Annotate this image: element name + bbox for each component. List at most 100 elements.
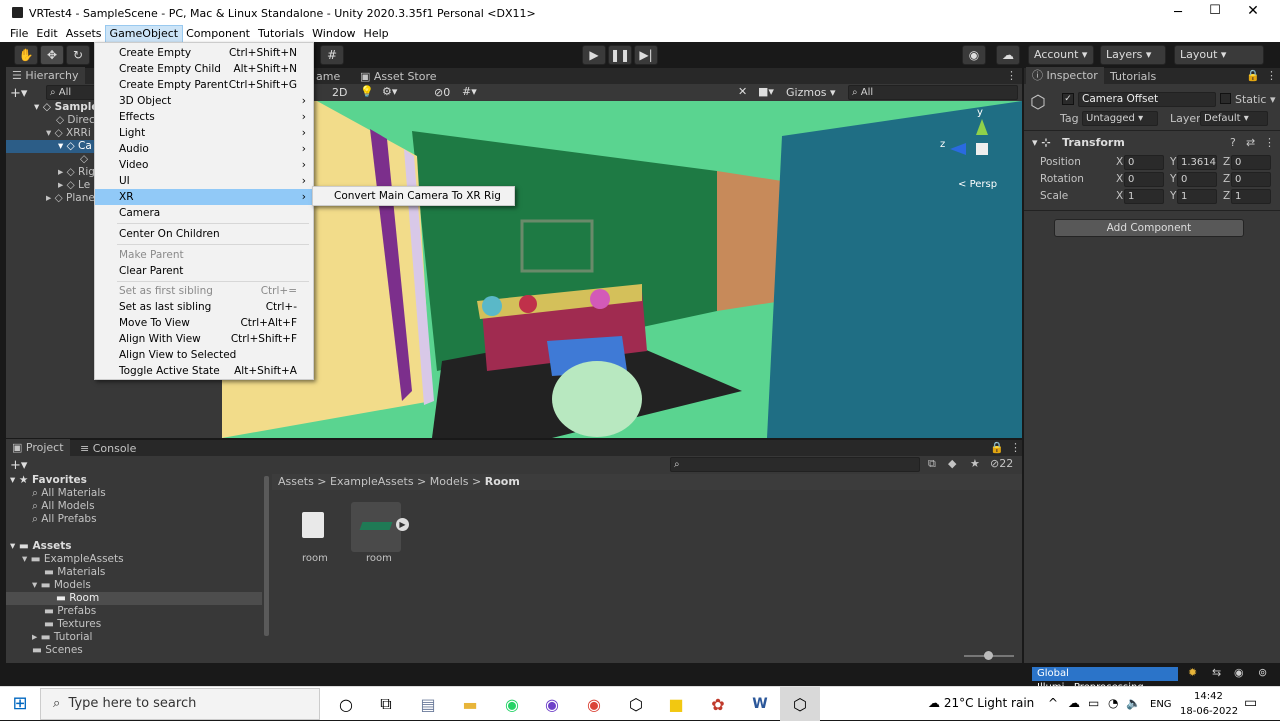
show-hidden-icons[interactable]: ^ bbox=[1048, 696, 1058, 710]
app-icon-1[interactable]: ▤ bbox=[408, 687, 448, 721]
grid-toggle-icon[interactable]: #▾ bbox=[462, 85, 477, 98]
move-tool-icon[interactable]: ✥ bbox=[40, 45, 64, 65]
camera-dropdown[interactable]: ■▾ bbox=[758, 85, 774, 98]
gizmos-dropdown[interactable]: Gizmos ▾ bbox=[786, 86, 836, 99]
layer-dropdown[interactable]: Default ▾ bbox=[1200, 111, 1268, 126]
menu-item-align-view-to-selected[interactable]: Align View to Selected bbox=[95, 347, 313, 363]
rotate-tool-icon[interactable]: ↻ bbox=[66, 45, 90, 65]
create-asset-button[interactable]: +▾ bbox=[10, 458, 27, 473]
github-icon[interactable]: ◉ bbox=[532, 687, 572, 721]
tab-console[interactable]: ≡ Console bbox=[80, 442, 136, 455]
menu-help[interactable]: Help bbox=[360, 26, 393, 42]
add-component-button[interactable]: Add Component bbox=[1054, 219, 1244, 237]
layout-dropdown[interactable]: Layout ▾ bbox=[1174, 45, 1264, 65]
menu-item-audio[interactable]: Audio › bbox=[95, 141, 313, 157]
object-name-field[interactable]: Camera Offset bbox=[1078, 92, 1216, 107]
menu-tutorials[interactable]: Tutorials bbox=[254, 26, 308, 42]
hidden-packages-count[interactable]: ⊘22 bbox=[990, 457, 1013, 470]
filter-type-icon[interactable]: ⧉ bbox=[928, 457, 936, 471]
bake-status-icon[interactable]: ✹ bbox=[1188, 666, 1197, 679]
folder-models[interactable]: ▾ ▬ Models bbox=[32, 579, 91, 592]
network-icon[interactable]: ◔ bbox=[1108, 696, 1118, 710]
folder-prefabs[interactable]: ▬ Prefabs bbox=[44, 605, 96, 618]
menu-item-create-empty-parent[interactable]: Create Empty Parent Ctrl+Shift+G bbox=[95, 77, 313, 93]
account-dropdown[interactable]: Account ▾ bbox=[1028, 45, 1094, 65]
expand-model-button[interactable]: ▶ bbox=[396, 518, 409, 531]
project-search[interactable]: ⌕ bbox=[670, 457, 920, 472]
component-menu-icon[interactable]: ⋮ bbox=[1264, 136, 1275, 149]
volume-icon[interactable]: 🔈 bbox=[1126, 696, 1141, 710]
menu-item-create-empty[interactable]: Create Empty Ctrl+Shift+N bbox=[95, 45, 313, 61]
rotation-x-field[interactable]: 0 bbox=[1124, 172, 1164, 187]
scale-z-field[interactable]: 1 bbox=[1231, 189, 1271, 204]
scale-x-field[interactable]: 1 bbox=[1124, 189, 1164, 204]
hierarchy-item-plane[interactable]: ▸ ◇ Plane bbox=[46, 192, 95, 205]
progress-status[interactable]: Global Illumi...Preprocessing bbox=[1032, 667, 1178, 693]
tab-hierarchy[interactable]: ☰ Hierarchy bbox=[6, 67, 85, 84]
menu-item-effects[interactable]: Effects › bbox=[95, 109, 313, 125]
menu-file[interactable]: File bbox=[6, 26, 32, 42]
hierarchy-item-samplescene[interactable]: ▾ ◇ Sample bbox=[34, 101, 99, 114]
tab-asset-store[interactable]: ▣ Asset Store bbox=[360, 70, 437, 83]
preset-icon[interactable]: ⇄ bbox=[1246, 136, 1255, 149]
tab-project[interactable]: ▣ Project bbox=[6, 439, 70, 456]
task-view-icon[interactable]: ⧉ bbox=[366, 687, 406, 721]
file-room-fbx-label[interactable]: room bbox=[302, 553, 328, 564]
weather-widget[interactable]: ☁ 21°C Light rain bbox=[928, 696, 1034, 710]
menu-item-toggle-active-state[interactable]: Toggle Active State Alt+Shift+A bbox=[95, 363, 313, 379]
pause-button[interactable]: ❚❚ bbox=[608, 45, 632, 65]
hand-tool-icon[interactable]: ✋ bbox=[14, 45, 38, 65]
model-preview-icon[interactable] bbox=[351, 502, 401, 552]
favorite-all-prefabs[interactable]: ⌕ All Prefabs bbox=[32, 513, 97, 526]
folder-materials[interactable]: ▬ Materials bbox=[44, 566, 105, 579]
active-checkbox[interactable]: ✓ bbox=[1062, 93, 1074, 105]
notifications-icon[interactable]: ▭ bbox=[1244, 695, 1257, 711]
collab-status-icon[interactable]: ⊚ bbox=[1258, 666, 1267, 679]
lighting-toggle-icon[interactable]: 💡 bbox=[360, 85, 374, 98]
rotation-z-field[interactable]: 0 bbox=[1231, 172, 1271, 187]
menu-edit[interactable]: Edit bbox=[32, 26, 61, 42]
rotation-y-field[interactable]: 0 bbox=[1177, 172, 1217, 187]
file-icon[interactable] bbox=[302, 512, 324, 538]
projection-toggle[interactable]: < Persp bbox=[958, 179, 997, 190]
layers-dropdown[interactable]: Layers ▾ bbox=[1100, 45, 1166, 65]
cloud-icon[interactable]: ☁ bbox=[996, 45, 1020, 65]
menu-item-center-on-children[interactable]: Center On Children bbox=[95, 226, 313, 242]
crumb-models[interactable]: Models bbox=[430, 475, 469, 488]
crumb-room[interactable]: Room bbox=[485, 475, 520, 488]
menu-item-light[interactable]: Light › bbox=[95, 125, 313, 141]
play-button[interactable]: ▶ bbox=[582, 45, 606, 65]
crumb-exampleassets[interactable]: ExampleAssets bbox=[330, 475, 414, 488]
project-menu-icon[interactable]: ⋮ bbox=[1010, 441, 1021, 454]
unity-hub-icon[interactable]: ⬡ bbox=[616, 687, 656, 721]
folder-textures[interactable]: ▬ Textures bbox=[44, 618, 101, 631]
hierarchy-item-righthand[interactable]: ▸ ◇ Rig bbox=[58, 166, 95, 179]
menu-window[interactable]: Window bbox=[308, 26, 359, 42]
audio-toggle-icon[interactable]: ⚙▾ bbox=[382, 85, 397, 98]
language-indicator[interactable]: ENG bbox=[1150, 699, 1172, 710]
chrome-icon[interactable]: ◉ bbox=[574, 687, 614, 721]
unity-editor-icon[interactable]: ⬡ bbox=[780, 687, 820, 721]
tab-tutorials[interactable]: Tutorials bbox=[1110, 70, 1156, 83]
whatsapp-icon[interactable]: ◉ bbox=[492, 687, 532, 721]
menu-assets[interactable]: Assets bbox=[62, 26, 106, 42]
tree-scrollbar[interactable] bbox=[264, 476, 269, 636]
help-icon[interactable]: ? bbox=[1230, 136, 1236, 149]
scale-y-field[interactable]: 1 bbox=[1177, 189, 1217, 204]
debug-icon[interactable]: ◉ bbox=[1234, 666, 1244, 679]
2d-toggle[interactable]: 2D bbox=[332, 86, 347, 99]
menu-item-align-with-view[interactable]: Align With View Ctrl+Shift+F bbox=[95, 331, 313, 347]
panel-menu-icon[interactable]: ⋮ bbox=[1006, 69, 1017, 82]
assets-folder[interactable]: ▾ ▬ Assets bbox=[10, 540, 72, 553]
step-button[interactable]: ▶| bbox=[634, 45, 658, 65]
sync-icon[interactable]: ⇆ bbox=[1212, 666, 1221, 679]
hierarchy-item-main-camera[interactable]: ◇ bbox=[80, 153, 88, 166]
app-icon-2[interactable]: ✿ bbox=[698, 687, 738, 721]
add-object-button[interactable]: +▾ bbox=[10, 86, 27, 101]
favorite-star-icon[interactable]: ★ bbox=[970, 457, 980, 470]
collab-icon[interactable]: ◉ bbox=[962, 45, 986, 65]
menu-item-camera[interactable]: Camera bbox=[95, 205, 313, 221]
favorite-all-materials[interactable]: ⌕ All Materials bbox=[32, 487, 106, 500]
visibility-icon[interactable]: ⊘0 bbox=[434, 86, 450, 99]
menu-item-set-last-sibling[interactable]: Set as last sibling Ctrl+- bbox=[95, 299, 313, 315]
